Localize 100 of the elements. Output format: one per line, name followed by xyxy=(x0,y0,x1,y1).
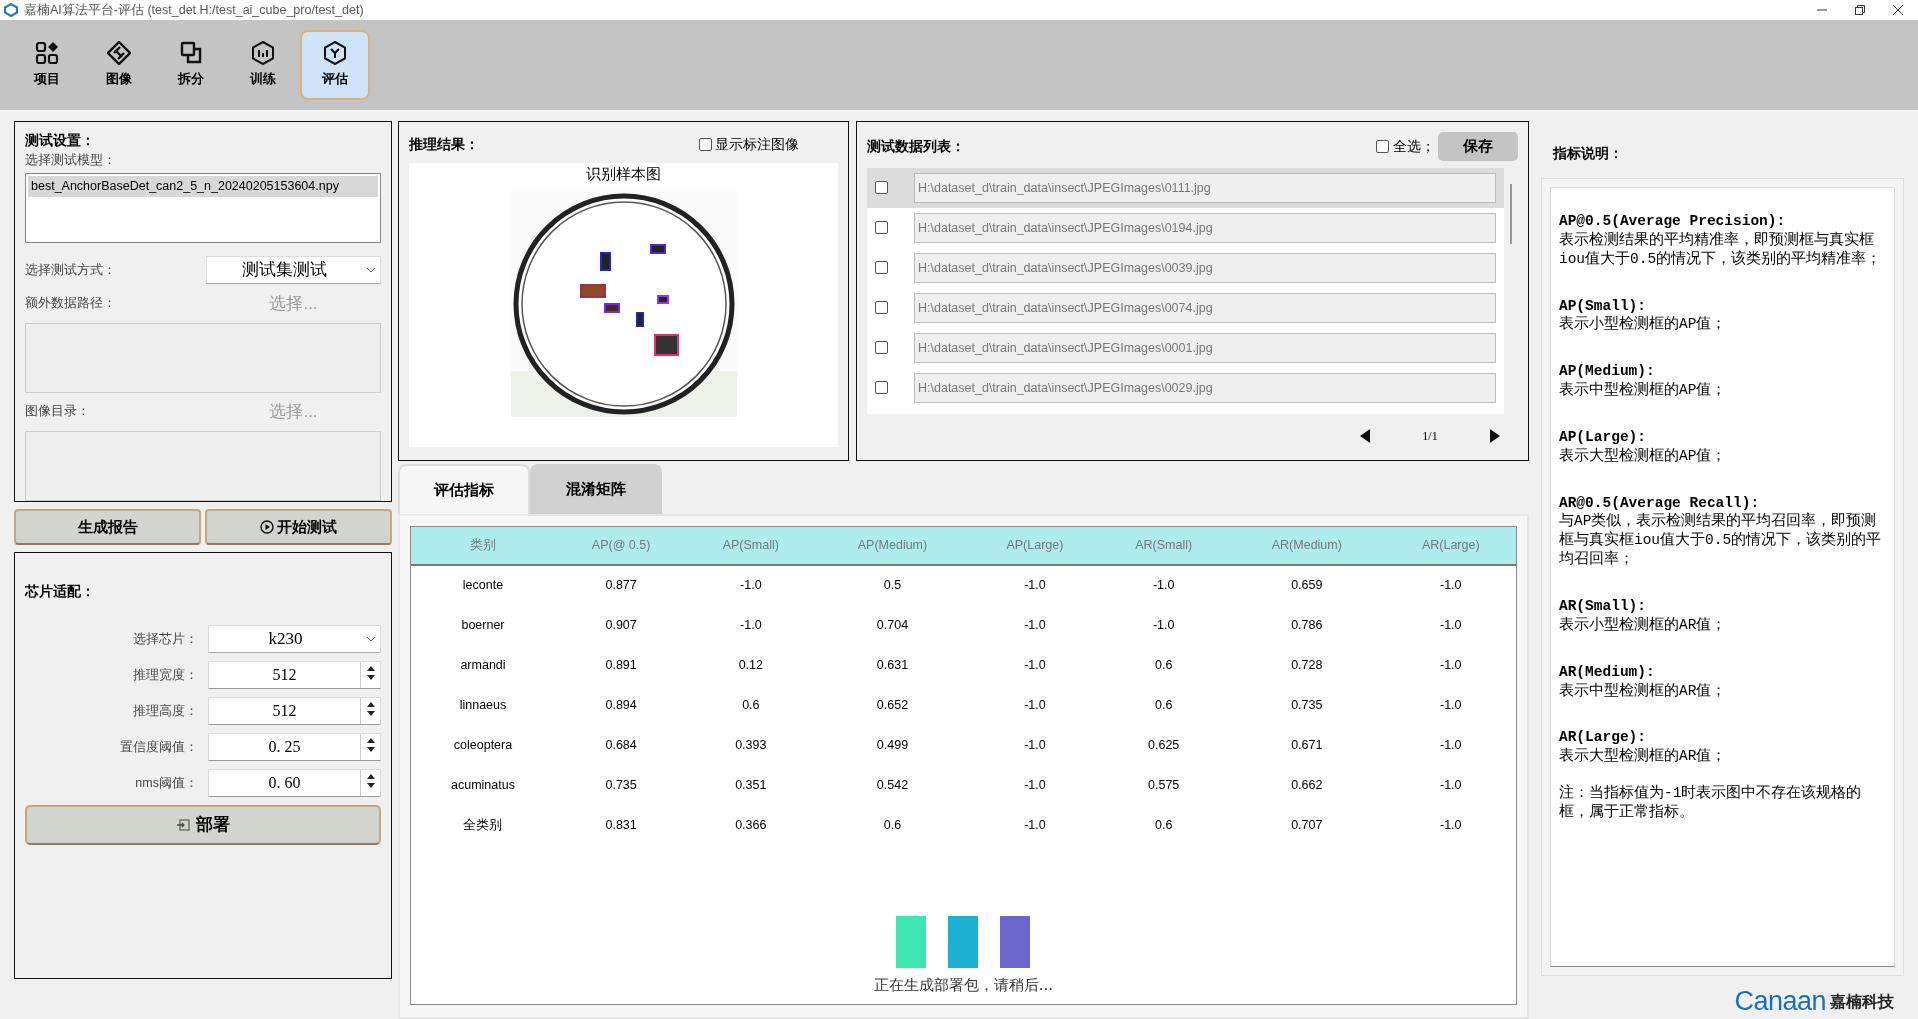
toolbar-button[interactable]: 拆分 xyxy=(156,30,226,100)
metric-term: AP(Large): xyxy=(1558,427,1647,447)
table-cell-text: coleoptera xyxy=(452,736,514,754)
toolbar-button[interactable]: 训练 xyxy=(228,30,298,100)
table-cell-text: 0.631 xyxy=(875,656,910,674)
up-arrow-icon xyxy=(366,774,375,779)
down-arrow-icon xyxy=(366,747,375,752)
table-cell-text: 0.662 xyxy=(1290,776,1324,794)
column-header: AR(Medium) xyxy=(1228,527,1386,565)
metric-term: AP(Medium): xyxy=(1558,362,1656,381)
path-field[interactable]: H:\dataset_d\train_data\insect\JPEGImages\0029.jpg xyxy=(914,372,1496,403)
path-field[interactable] xyxy=(25,431,381,501)
deploy-button[interactable]: 部署 xyxy=(25,805,381,845)
down-arrow-icon xyxy=(366,711,375,716)
hexagon-icon xyxy=(251,41,275,66)
note-text: 注：当指标值为-1时表示图中不存在该规格的框，属于正常指标。 xyxy=(1558,784,1863,822)
checkbox[interactable] xyxy=(875,341,888,354)
play-icon xyxy=(259,520,274,534)
table-cell-text: -1.0 xyxy=(1439,816,1463,834)
action-button[interactable]: 生成报告 xyxy=(14,509,202,545)
table-cell-text: 0.12 xyxy=(737,656,764,674)
list-row[interactable]: H:\dataset_d\train_data\insect\JPEGImages\0074.jpg xyxy=(867,287,1504,328)
metric-description: 表示大型检测框的AP值； xyxy=(1558,446,1728,466)
page-indicator: 1/1 xyxy=(1421,427,1439,445)
toolbar-button[interactable]: 项目 xyxy=(12,30,82,100)
next-page-icon[interactable] xyxy=(1489,428,1500,443)
table-cell-text: 0.671 xyxy=(1290,736,1324,754)
path-field[interactable]: H:\dataset_d\train_data\insect\JPEGImages\0039.jpg xyxy=(914,252,1496,283)
toolbar-button[interactable]: 图像 xyxy=(84,30,154,100)
up-arrow-icon xyxy=(366,702,375,707)
brand-logo: Canaan xyxy=(1734,988,1826,1015)
save-button[interactable]: 保存 xyxy=(1437,132,1518,161)
table-cell: 0.5 xyxy=(814,565,971,605)
table-cell: -1.0 xyxy=(1385,565,1516,605)
field-label: 置信度阈值： xyxy=(119,738,199,756)
number-spinbox[interactable]: 0. 60 xyxy=(208,769,381,797)
table-cell-text: -1.0 xyxy=(1439,776,1463,794)
chip-dropdown[interactable]: k230 xyxy=(208,625,381,653)
path-field[interactable]: H:\dataset_d\train_data\insect\JPEGImages\0194.jpg xyxy=(914,212,1496,243)
tab[interactable]: 混淆矩阵 xyxy=(530,464,662,514)
metric-description: 表示中型检测框的AP值； xyxy=(1558,381,1728,400)
checkbox[interactable] xyxy=(875,261,888,274)
panel-title: 测试数据列表： xyxy=(867,137,965,156)
table-cell-text: 0.625 xyxy=(1147,736,1181,754)
action-button[interactable]: 开始测试 xyxy=(204,509,392,545)
window-title: 嘉楠AI算法平台-评估 (test_det H:/test_ai_cube_pro/test_det) xyxy=(24,1,364,19)
field-label: 推理高度： xyxy=(132,702,199,720)
path-field[interactable]: H:\dataset_d\train_data\insect\JPEGImages\0001.jpg xyxy=(914,332,1496,363)
checkbox[interactable] xyxy=(875,181,888,194)
scrollbar-thumb[interactable] xyxy=(1509,183,1512,244)
table-cell-text: 0.6 xyxy=(882,816,903,834)
model-list-item[interactable]: best_AnchorBaseDet_can2_5_n_20240205153604.npy xyxy=(28,176,378,197)
table-cell-text: 0.891 xyxy=(604,656,638,674)
chip-icon xyxy=(176,817,192,833)
path-field[interactable]: H:\dataset_d\train_data\insect\JPEGImages\0111.jpg xyxy=(914,172,1496,203)
metric-description: 与AP类似，表示检测结果的平均召回率，即预测框与真实框iou值大于0.5的情况下，该类别的平均召回率； xyxy=(1558,512,1883,569)
metric-term: AR(Medium): xyxy=(1558,662,1656,682)
previous-page-icon[interactable] xyxy=(1359,428,1370,443)
column-header: AR(Large) xyxy=(1385,527,1516,565)
number-spinbox[interactable]: 512 xyxy=(208,697,381,725)
metric-description: 表示小型检测框的AR值； xyxy=(1558,615,1728,635)
table-cell-text: 0.351 xyxy=(734,776,768,794)
tab[interactable]: 评估指标 xyxy=(398,464,530,514)
panel-title: 指标说明： xyxy=(1551,144,1624,163)
list-row[interactable]: H:\dataset_d\train_data\insect\JPEGImages\0039.jpg xyxy=(867,247,1504,288)
list-row[interactable]: H:\dataset_d\train_data\insect\JPEGImages\0029.jpg xyxy=(867,367,1504,408)
table-cell-text: 0.575 xyxy=(1147,776,1181,794)
checkbox[interactable] xyxy=(875,221,888,234)
metric-description: 表示大型检测框的AR值； xyxy=(1558,747,1728,767)
table-cell-text: 0.684 xyxy=(604,736,638,754)
table-cell-text: 0.735 xyxy=(604,776,638,794)
toolbar-button[interactable]: 评估 xyxy=(300,30,370,100)
path-field[interactable] xyxy=(25,322,381,393)
list-row[interactable]: H:\dataset_d\train_data\insect\JPEGImages\0111.jpg xyxy=(867,167,1504,208)
model-list[interactable]: best_AnchorBaseDet_can2_5_n_20240205153604.npy xyxy=(25,173,381,243)
table-cell-text: 0.366 xyxy=(734,816,768,834)
path-field[interactable]: H:\dataset_d\train_data\insect\JPEGImages\0074.jpg xyxy=(914,292,1496,323)
field-label: 额外数据路径： xyxy=(25,294,116,312)
checkbox[interactable] xyxy=(698,137,712,151)
restore-icon[interactable] xyxy=(1854,4,1866,16)
table-cell-text: 0.704 xyxy=(875,616,910,634)
list-row[interactable]: H:\dataset_d\train_data\insect\JPEGImages\0194.jpg xyxy=(867,207,1504,248)
checkbox[interactable] xyxy=(1376,140,1390,153)
table-cell-text: 0.907 xyxy=(604,616,638,634)
table-cell: -1.0 xyxy=(687,565,815,605)
close-icon[interactable] xyxy=(1892,4,1904,16)
field-label: nms阈值： xyxy=(134,774,199,792)
number-spinbox[interactable]: 0. 25 xyxy=(208,733,381,761)
metric-description: 表示小型检测框的AP值； xyxy=(1558,315,1728,335)
checkbox[interactable] xyxy=(875,301,888,314)
list-row[interactable]: H:\dataset_d\train_data\insect\JPEGImages\0001.jpg xyxy=(867,327,1504,368)
mode-dropdown[interactable]: 测试集测试 xyxy=(206,256,381,284)
grid-icon xyxy=(35,41,59,66)
metric-term: AR(Small): xyxy=(1558,596,1647,616)
table-cell-text: -1.0 xyxy=(1023,616,1047,634)
number-spinbox[interactable]: 512 xyxy=(208,661,381,689)
checkbox[interactable] xyxy=(875,381,888,394)
table-cell-text: 0.393 xyxy=(734,736,768,754)
field-label: 选择测试模型： xyxy=(25,152,117,169)
column-header: AP(@ 0.5) xyxy=(555,527,688,565)
